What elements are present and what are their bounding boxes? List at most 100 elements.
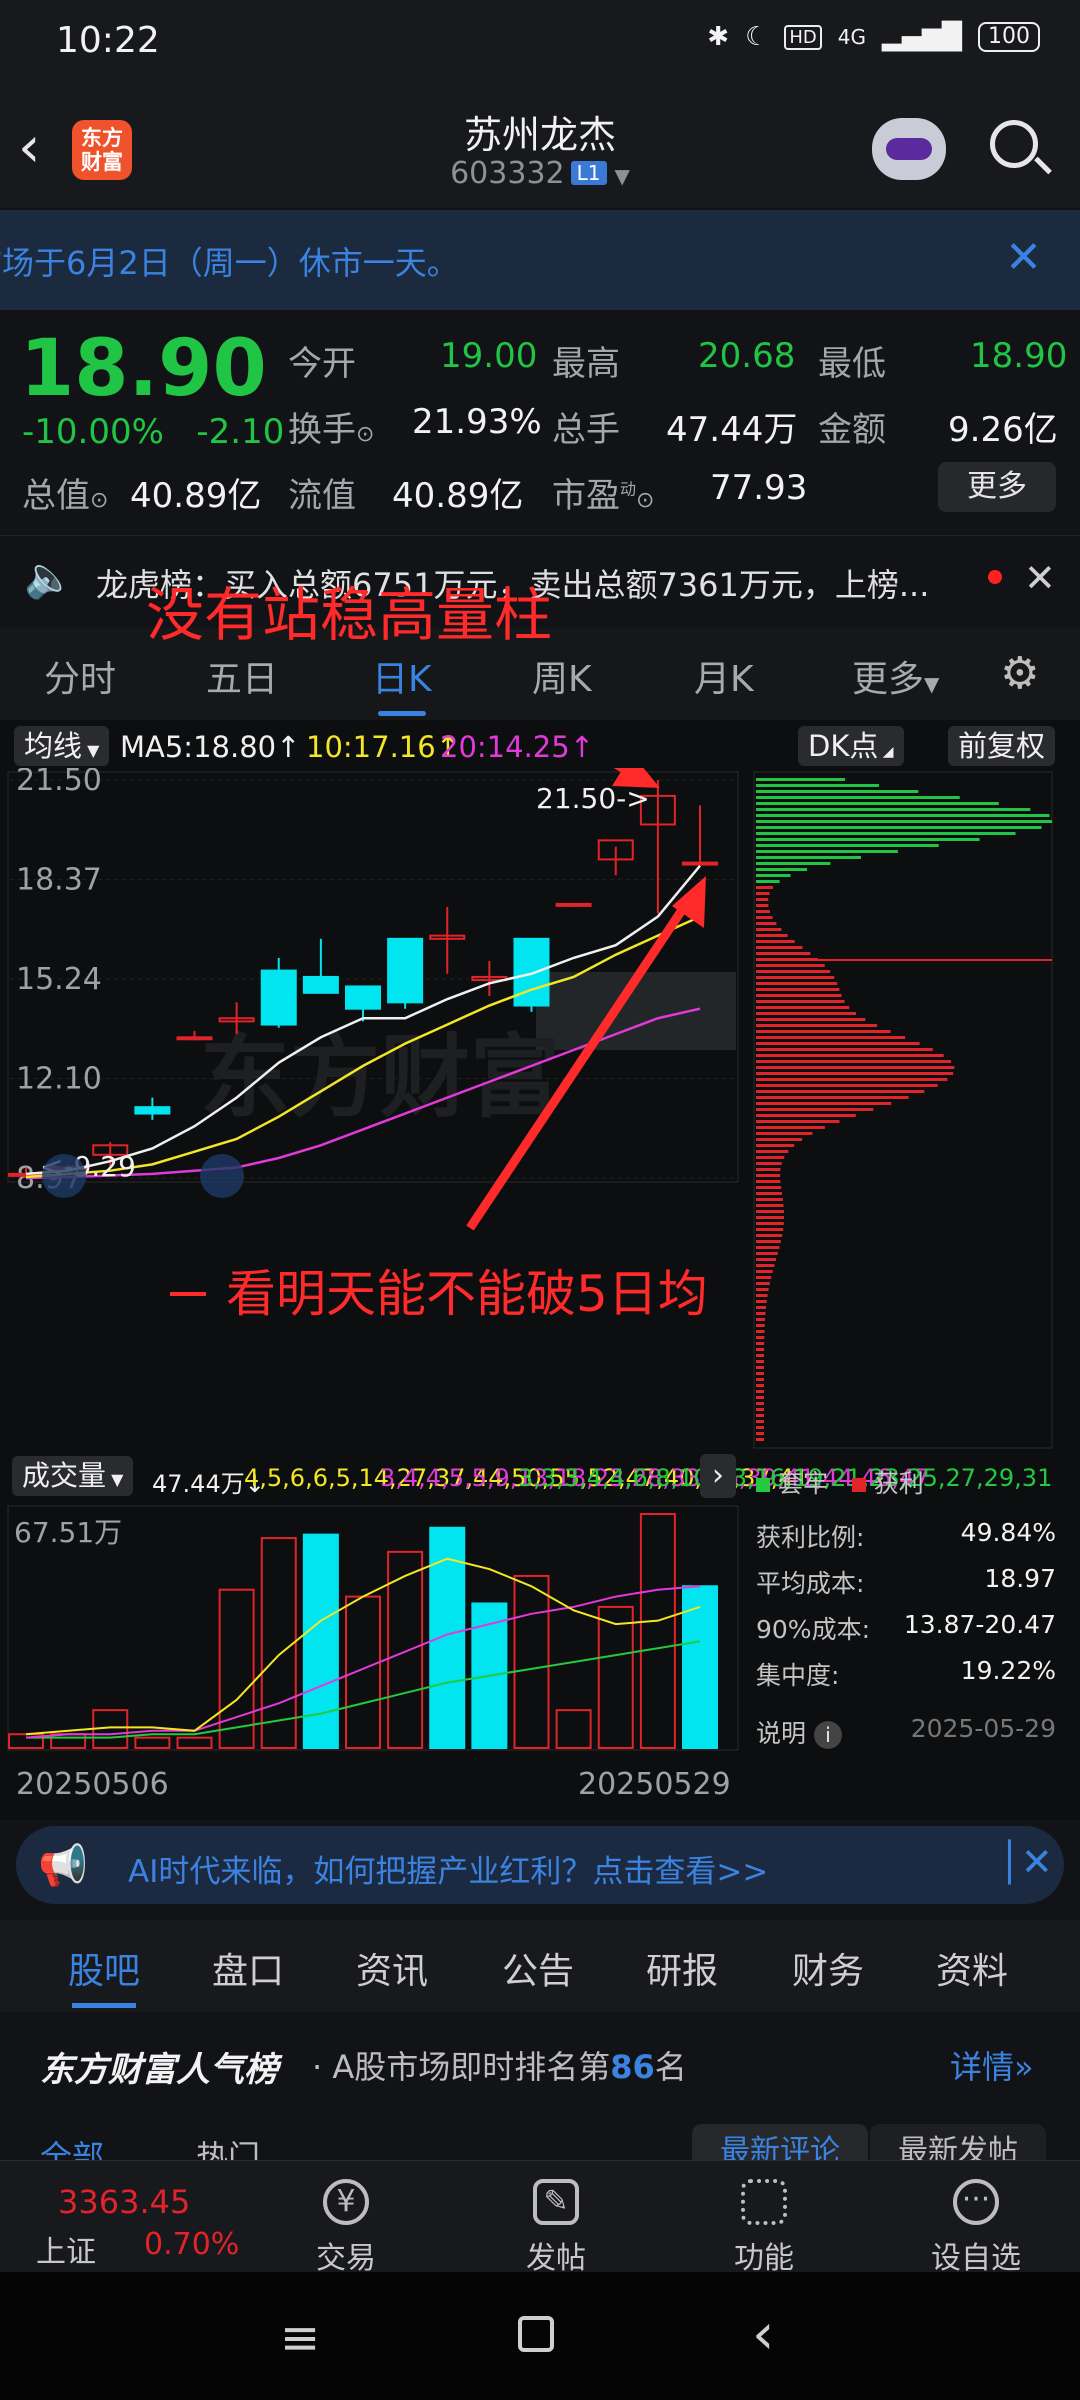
ma20-value: 20:14.25↑ [440, 730, 594, 764]
close-icon[interactable]: ✕ [1005, 232, 1042, 283]
chip-legend: 套牢 获利 [756, 1464, 924, 1500]
content-tabs: 股吧 盘口 资讯 公告 研报 财务 资料 [0, 1920, 1080, 2012]
tab-pankou[interactable]: 盘口 [212, 1942, 284, 1994]
ma-dropdown-label: 均线 [24, 729, 83, 763]
level-badge: L1 [570, 161, 607, 185]
turnover-label[interactable]: 换手⊙ [288, 402, 374, 451]
chip-bar [756, 814, 1050, 817]
notice-text: 市场于6月2日（周一）休市一天。 [0, 244, 459, 282]
chip-bar [756, 1030, 891, 1033]
notice-banner[interactable]: 市场于6月2日（周一）休市一天。 ✕ [0, 210, 1080, 310]
candle-body [302, 975, 339, 994]
market-cap-label[interactable]: 总值⊙ [22, 468, 108, 517]
cost90-row: 90%成本: 13.87-20.47 [756, 1610, 1056, 1646]
gear-icon[interactable]: ⚙ [1000, 648, 1039, 699]
popularity-rank[interactable]: 东方财富人气榜 · A股市场即时排名第86名 详情» 全部 热门 最新评论 最新… [0, 2012, 1080, 2184]
chip-bar [756, 874, 791, 877]
change-percent: -10.00% [22, 412, 164, 452]
tab-announcements[interactable]: 公告 [502, 1942, 574, 1994]
volume-dropdown[interactable]: 成交量 ▼ [12, 1456, 134, 1496]
candle-body [555, 902, 592, 907]
add-watchlist-button[interactable]: ··· 设自选 [916, 2179, 1036, 2277]
tab-finance[interactable]: 财务 [792, 1942, 864, 1994]
profit-ratio-value: 49.84% [960, 1518, 1056, 1547]
chip-bar [756, 1210, 784, 1213]
chip-bar [756, 1006, 850, 1009]
chip-bar [756, 1384, 765, 1387]
chip-bar [756, 1192, 783, 1195]
candle-body [387, 937, 424, 1004]
dk-point-label: DK点 [808, 729, 879, 763]
search-icon[interactable] [990, 120, 1038, 168]
tab-intraday[interactable]: 分时 [44, 650, 116, 702]
more-button[interactable]: 更多 [938, 462, 1056, 512]
tab-five-day[interactable]: 五日 [206, 650, 278, 702]
chip-bar [756, 1414, 765, 1417]
chip-bar [756, 1408, 765, 1411]
ma-dropdown[interactable]: 均线 ▼ [14, 726, 110, 766]
volume-bar [597, 1605, 634, 1749]
signal-icon: ▂▄▆█ [882, 22, 962, 52]
index-value[interactable]: 3363.45 [58, 2183, 190, 2221]
tab-research[interactable]: 研报 [646, 1942, 718, 1994]
stock-code: 603332 [450, 156, 565, 191]
y-tick-label: 15.24 [16, 962, 102, 997]
ma10-value: 10:17.16↑ [306, 730, 460, 764]
rank-detail-link[interactable]: 详情» [950, 2042, 1034, 2088]
chip-bar [756, 1318, 766, 1321]
locked-label: 套牢 [777, 1469, 828, 1498]
back-nav-icon[interactable]: ‹ [752, 2302, 774, 2367]
home-icon[interactable] [518, 2316, 554, 2352]
menu-icon[interactable]: ≡ [280, 2310, 320, 2366]
candle-body [260, 969, 297, 1026]
post-button[interactable]: ✎ 发帖 [496, 2179, 616, 2277]
tab-news[interactable]: 资讯 [356, 1942, 428, 1994]
tab-profile[interactable]: 资料 [936, 1942, 1008, 1994]
clock: 10:22 [56, 20, 160, 61]
chip-bar [756, 1390, 765, 1393]
ad-text: AI时代来临，如何把握产业红利？点击查看>> [128, 1854, 769, 1890]
corner-icon: ◢ [878, 744, 894, 760]
pe-label[interactable]: 市盈动⊙ [552, 468, 654, 517]
dk-point-button[interactable]: DK点 ◢ [798, 726, 904, 766]
chip-bar [756, 898, 769, 901]
volume-bar [345, 1595, 381, 1750]
trade-label: 交易 [316, 2241, 376, 2276]
volume-bar [218, 1588, 255, 1749]
info-icon: ⊙ [356, 422, 375, 447]
chip-bar [756, 1000, 845, 1003]
function-button[interactable]: 功能 [704, 2179, 824, 2277]
chip-bar [756, 1186, 782, 1189]
turnover-label-text: 换手 [288, 410, 356, 450]
chip-bar [756, 916, 773, 919]
tab-daily-k[interactable]: 日K [372, 650, 432, 716]
trade-button[interactable]: ¥ 交易 [286, 2179, 406, 2277]
chip-bar [756, 778, 846, 781]
pe-sup: 动 [620, 479, 637, 499]
adjust-button[interactable]: 前复权 [948, 726, 1056, 766]
tab-monthly-k[interactable]: 月K [694, 650, 754, 702]
more-icon: ··· [953, 2179, 999, 2225]
tab-more[interactable]: 更多▼ [852, 650, 939, 702]
hd-icon: HD [784, 24, 822, 50]
chip-bar [756, 1096, 909, 1099]
close-icon[interactable]: │✕ [998, 1840, 1053, 1884]
chip-bar [756, 904, 769, 907]
chart-toolbar: 均线 ▼ MA5:18.80↑ 10:17.16↑ 20:14.25↑ DK点 … [0, 720, 1080, 772]
ad-banner[interactable]: 📢 AI时代来临，如何把握产业红利？点击查看>> │✕ [16, 1826, 1064, 1904]
annotation-ma5-break: 看明天能不能破5日均 [226, 1265, 708, 1323]
y-tick-label: 21.50 [16, 768, 102, 798]
note-row[interactable]: 说明 i 2025-05-29 [756, 1714, 1056, 1750]
chip-bar [756, 1396, 765, 1399]
tab-guba[interactable]: 股吧 [68, 1942, 140, 2008]
chip-bar [756, 1402, 765, 1405]
network-label: 4G [837, 25, 867, 49]
ai-robot-icon[interactable] [872, 118, 946, 180]
volume-toolbar: 成交量 ▼ 47.44万↓ 4,5,6,6,5,14,27,37,44,50,5… [0, 1452, 1052, 1500]
tab-weekly-k[interactable]: 周K [532, 650, 592, 702]
close-icon[interactable]: ✕ [1024, 556, 1056, 600]
chevron-right-icon[interactable]: › [700, 1454, 736, 1498]
chip-bar [756, 1072, 954, 1075]
volume-bar [176, 1736, 213, 1749]
edit-icon: ✎ [533, 2179, 579, 2225]
